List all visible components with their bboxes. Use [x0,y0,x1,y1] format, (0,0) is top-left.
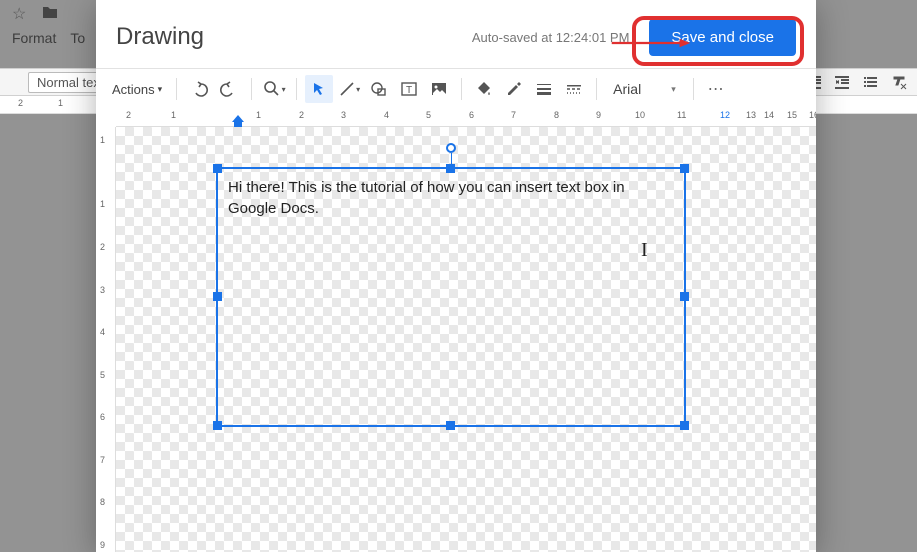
separator [461,78,462,100]
line-tool[interactable]: ▾ [335,75,363,103]
resize-handle-br[interactable] [680,421,689,430]
clear-format-icon [889,72,909,92]
resize-handle-tr[interactable] [680,164,689,173]
actions-menu[interactable]: Actions ▾ [106,78,168,101]
rotate-handle[interactable] [446,143,456,153]
horizontal-ruler[interactable]: 2 1 1 2 3 4 5 6 7 8 9 10 11 12 13 14 15 … [116,109,816,127]
separator [176,78,177,100]
resize-handle-mr[interactable] [680,292,689,301]
border-dash-button[interactable] [560,75,588,103]
separator [251,78,252,100]
bg-right-toolbar [805,72,909,92]
font-selector[interactable]: Arial ▾ [605,79,685,99]
drawing-canvas[interactable]: Hi there! This is the tutorial of how yo… [116,127,816,552]
bg-titlebar-icons: ☆ [0,0,70,28]
list-icon [861,72,881,92]
zoom-button[interactable]: ▾ [260,75,288,103]
more-options-button[interactable]: ⋯ [702,75,730,103]
resize-handle-ml[interactable] [213,292,222,301]
svg-text:T: T [406,85,412,96]
autosave-status: Auto-saved at 12:24:01 PM [472,30,630,45]
textbox-tool[interactable]: T [395,75,423,103]
undo-button[interactable] [185,75,213,103]
separator [693,78,694,100]
caret-down-icon: ▾ [671,84,676,95]
redo-button[interactable] [215,75,243,103]
border-color-button[interactable] [500,75,528,103]
save-and-close-button[interactable]: Save and close [649,19,796,56]
select-tool[interactable] [305,75,333,103]
menu-format: Format [12,30,56,46]
text-box-shape[interactable]: Hi there! This is the tutorial of how yo… [216,167,686,427]
folder-icon [42,5,58,24]
caret-down-icon: ▾ [356,85,360,94]
text-box-content[interactable]: Hi there! This is the tutorial of how yo… [218,169,684,227]
vertical-ruler[interactable]: 1 1 2 3 4 5 6 7 8 9 [96,127,116,552]
shape-tool[interactable] [365,75,393,103]
resize-handle-bl[interactable] [213,421,222,430]
modal-title: Drawing [116,23,204,51]
bg-menubar: Format To [12,30,85,46]
separator [296,78,297,100]
caret-down-icon: ▾ [158,84,163,95]
caret-down-icon: ▾ [282,85,286,94]
modal-header: Drawing Auto-saved at 12:24:01 PM Save a… [96,0,816,68]
star-icon: ☆ [12,4,26,24]
drawing-modal: Drawing Auto-saved at 12:24:01 PM Save a… [96,0,816,552]
resize-handle-tl[interactable] [213,164,222,173]
indent-marker-icon[interactable] [232,115,244,122]
separator [596,78,597,100]
image-tool[interactable] [425,75,453,103]
canvas-area: 2 1 1 2 3 4 5 6 7 8 9 10 11 12 13 14 15 … [96,109,816,552]
drawing-toolbar: Actions ▾ ▾ ▾ T [96,69,816,109]
resize-handle-tm[interactable] [446,164,455,173]
menu-tools-truncated: To [70,30,85,46]
indent-increase-icon [833,72,853,92]
border-weight-button[interactable] [530,75,558,103]
fill-color-button[interactable] [470,75,498,103]
resize-handle-bm[interactable] [446,421,455,430]
